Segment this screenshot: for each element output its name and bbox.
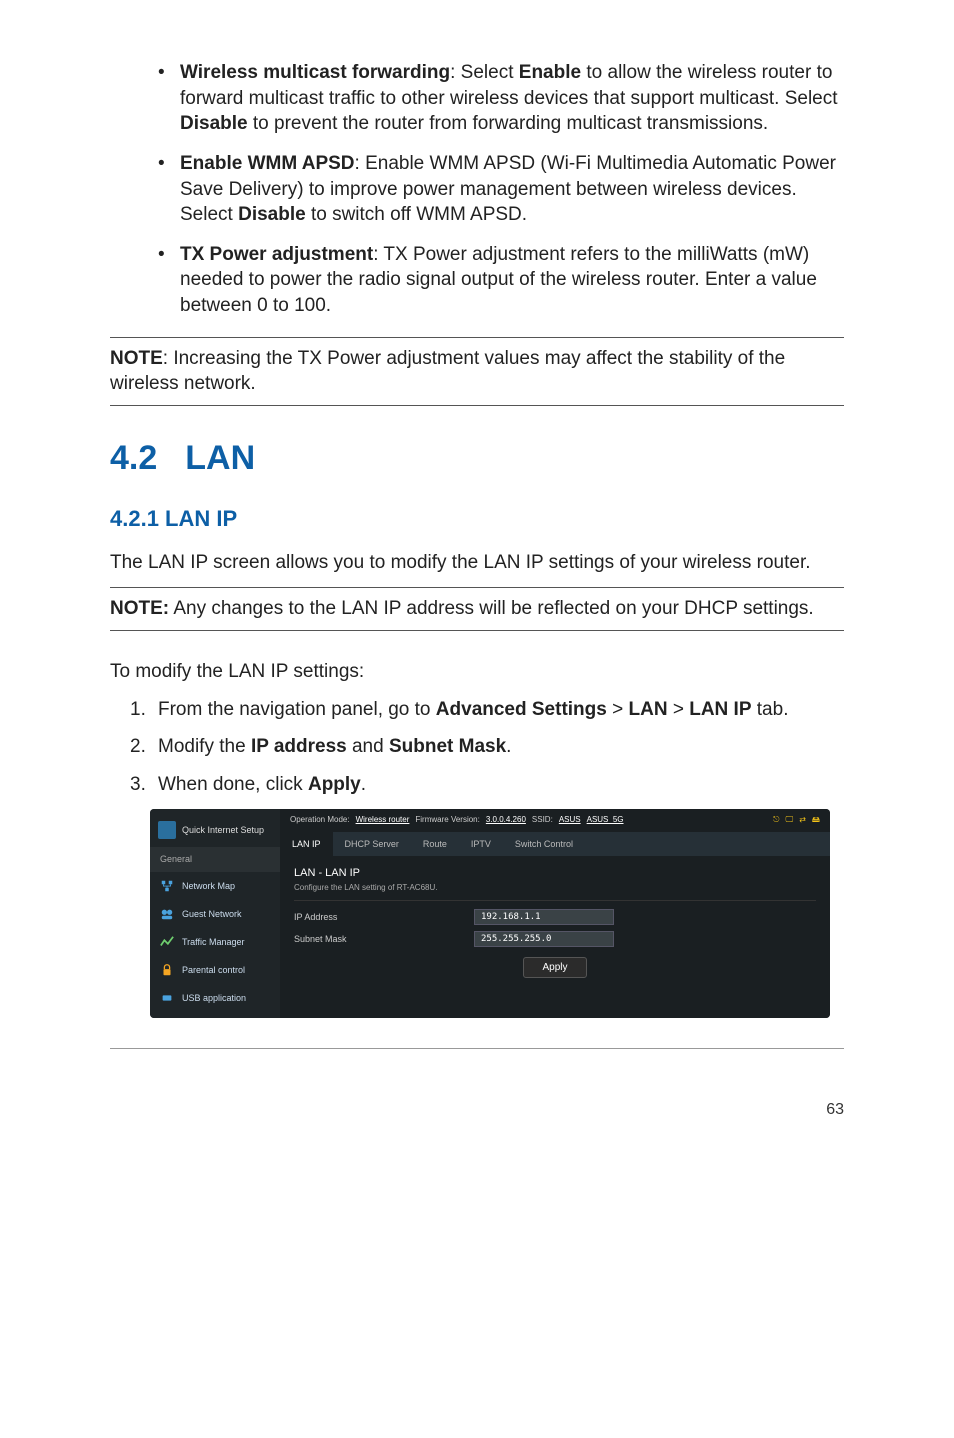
intro-paragraph: The LAN IP screen allows you to modify t… — [110, 550, 844, 576]
bullet-list: Wireless multicast forwarding: Select En… — [158, 60, 844, 319]
status-bar: Operation Mode: Wireless router Firmware… — [280, 809, 830, 832]
bullet-wmm-apsd: Enable WMM APSD: Enable WMM APSD (Wi-Fi … — [158, 151, 844, 228]
step-2: 2. Modify the IP address and Subnet Mask… — [130, 734, 844, 760]
sidebar-item-network-map[interactable]: Network Map — [150, 872, 280, 900]
quick-internet-setup[interactable]: Quick Internet Setup — [150, 815, 280, 845]
traffic-icon — [160, 935, 174, 949]
status-icon-4[interactable]: 🖴 — [812, 815, 820, 826]
tab-iptv[interactable]: IPTV — [459, 832, 503, 856]
ssid-link-1[interactable]: ASUS — [559, 815, 581, 826]
label-subnet-mask: Subnet Mask — [294, 933, 474, 945]
input-ip-address[interactable] — [474, 909, 614, 925]
row-ip-address: IP Address — [294, 909, 816, 925]
steps-list: 1. From the navigation panel, go to Adva… — [130, 697, 844, 798]
panel-title: LAN - LAN IP — [294, 866, 816, 881]
row-subnet-mask: Subnet Mask — [294, 931, 816, 947]
bullet-title: Enable WMM APSD — [180, 153, 355, 174]
footer-divider — [110, 1048, 844, 1049]
sidebar-item-parental-control[interactable]: Parental control — [150, 956, 280, 984]
sidebar-item-usb-application[interactable]: USB application — [150, 984, 280, 1012]
steps-intro: To modify the LAN IP settings: — [110, 659, 844, 685]
bullet-wireless-multicast: Wireless multicast forwarding: Select En… — [158, 60, 844, 137]
status-icons: ⎋ 🖵 ⇄ 🖴 — [773, 815, 820, 826]
setup-icon — [158, 821, 176, 839]
usb-icon — [160, 991, 174, 1005]
note-lan-ip: NOTE: Any changes to the LAN IP address … — [110, 587, 844, 631]
sidebar-category-general: General — [150, 847, 280, 871]
panel-subtitle: Configure the LAN setting of RT-AC68U. — [294, 883, 816, 901]
status-icon-1[interactable]: ⎋ — [773, 815, 779, 826]
tab-dhcp-server[interactable]: DHCP Server — [333, 832, 411, 856]
sidebar-item-traffic-manager[interactable]: Traffic Manager — [150, 928, 280, 956]
note-tx-power: NOTE: Increasing the TX Power adjustment… — [110, 337, 844, 406]
step-1: 1. From the navigation panel, go to Adva… — [130, 697, 844, 723]
sidebar: Quick Internet Setup General Network Map… — [150, 809, 280, 1017]
subsection-heading: 4.2.1 LAN IP — [110, 504, 844, 534]
tab-bar: LAN IP DHCP Server Route IPTV Switch Con… — [280, 832, 830, 856]
apply-button[interactable]: Apply — [523, 957, 586, 978]
input-subnet-mask[interactable] — [474, 931, 614, 947]
bullet-title: Wireless multicast forwarding — [180, 62, 450, 83]
sidebar-item-guest-network[interactable]: Guest Network — [150, 900, 280, 928]
main-panel: Operation Mode: Wireless router Firmware… — [280, 809, 830, 1017]
ssid-link-2[interactable]: ASUS_5G — [587, 815, 624, 826]
status-icon-3[interactable]: ⇄ — [799, 815, 806, 826]
bullet-title: TX Power adjustment — [180, 244, 373, 265]
content-area: LAN - LAN IP Configure the LAN setting o… — [280, 856, 830, 998]
network-map-icon — [160, 879, 174, 893]
lock-icon — [160, 963, 174, 977]
router-ui-screenshot: Quick Internet Setup General Network Map… — [150, 809, 830, 1017]
tab-route[interactable]: Route — [411, 832, 459, 856]
tab-switch-control[interactable]: Switch Control — [503, 832, 585, 856]
status-icon-2[interactable]: 🖵 — [785, 815, 793, 826]
label-ip-address: IP Address — [294, 911, 474, 923]
page-number: 63 — [110, 1099, 844, 1121]
section-heading: 4.2LAN — [110, 436, 844, 482]
tab-lan-ip[interactable]: LAN IP — [280, 832, 333, 856]
bullet-tx-power: TX Power adjustment: TX Power adjustment… — [158, 242, 844, 319]
firmware-link[interactable]: 3.0.0.4.260 — [486, 815, 526, 826]
guest-network-icon — [160, 907, 174, 921]
step-3: 3. When done, click Apply. — [130, 772, 844, 798]
operation-mode-link[interactable]: Wireless router — [356, 815, 410, 826]
